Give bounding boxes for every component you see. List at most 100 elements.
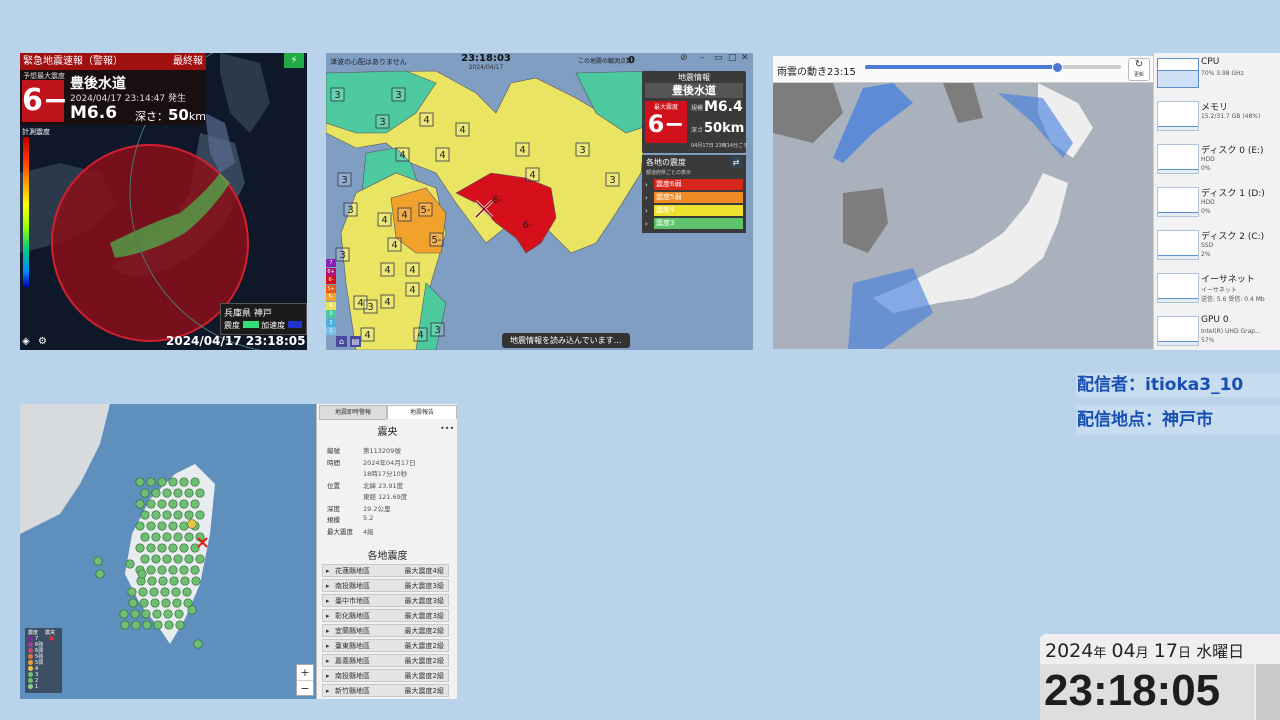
timeline-thumb[interactable] [1052,62,1063,73]
field-value: 19.2公里 [363,504,391,513]
intensity-label: 3 [339,250,345,261]
legend-dot [28,660,33,665]
intensity-label: 4 [529,170,535,181]
field-label: 編號 [327,447,340,455]
area-name: 南投縣地區 [335,582,370,590]
legend-level: 2 [326,318,336,327]
maximize-icon[interactable]: □ [728,53,737,63]
compass-icon[interactable]: ◈ [22,336,34,348]
legend-level-label: 1 [35,684,39,690]
station-dot [195,510,205,520]
station-dot [151,532,161,542]
area-row[interactable]: › 震度4 [642,205,746,217]
station-dot [158,576,168,586]
home-icon[interactable]: ⌂ [336,336,347,347]
area-row[interactable]: › 震度5弱 [642,192,746,204]
area-list-item[interactable]: ▸ 新竹縣地區 最大震度2級 [322,684,449,697]
zoom-in-button[interactable]: + [297,665,313,680]
usage-graph-fill [1158,70,1198,87]
area-list-item[interactable]: ▸ 宜蘭縣地區 最大震度2級 [322,624,449,637]
station-dot [152,609,162,619]
area-list-item[interactable]: ▸ 彰化縣地區 最大震度3級 [322,609,449,622]
usage-graph-fill [1158,169,1198,173]
tab-report[interactable]: 地震報告 [387,405,457,419]
close-icon[interactable]: ✕ [741,53,749,63]
station-dot [151,488,161,498]
tab-early-warning[interactable]: 地震即時警報 [319,405,387,420]
station-dot [162,488,172,498]
settings-icon[interactable]: ⚙ [38,336,50,348]
layer-icon[interactable]: ▤ [350,336,361,347]
compass-icon[interactable]: ⊘ [680,53,688,63]
quake-region: 豊後水道 [645,83,743,98]
status-icon: ⚡ [284,53,304,68]
station-dot [190,543,200,553]
usage-graph-fill [1158,341,1198,345]
area-list-item[interactable]: ▸ 臺東縣地區 最大震度2級 [322,639,449,652]
usage-graph-fill [1158,212,1198,216]
monitor-item-name[interactable]: イーサネット [1201,272,1255,285]
intensity-label: 4 [401,210,407,221]
intensity-swatch [242,321,259,328]
restore-icon[interactable]: ▭ [714,53,723,63]
station-dot [140,488,150,498]
legend-dot [28,672,33,677]
area-list-item[interactable]: ▸ 南投縣地區 最大震度3級 [322,579,449,592]
observed-label: この地震の観測点数 [578,58,633,65]
station-dot [168,499,178,509]
usage-graph [1157,144,1199,174]
month: 04 [1111,640,1136,662]
station-dot [157,543,167,553]
station-dot [135,499,145,509]
station-dot [161,598,171,608]
station-dot [149,587,159,597]
usage-graph [1157,273,1199,303]
field-value: 第113209號 [363,447,401,455]
chevron-right-icon: › [645,220,648,228]
station-dot [160,587,170,597]
monitor-item-detail: イーサネット [1201,287,1237,294]
refresh-button[interactable]: ↻ 更新 [1128,58,1150,81]
monitor-item-name[interactable]: メモリ [1201,100,1228,113]
intensity-label: 4 [409,265,415,276]
area-list-item[interactable]: ▸ 嘉義縣地區 最大震度2級 [322,654,449,667]
zoom-out-button[interactable]: − [297,680,313,696]
area-list-item[interactable]: ▸ 花蓮縣地區 最大震度4級 [322,564,449,577]
legend-dot [28,642,33,647]
more-icon[interactable]: ••• [440,424,454,433]
monitor-item-name[interactable]: ディスク 1 (D:) [1201,186,1265,199]
quake-max-badge: 最大震度 6− [645,101,687,143]
field-label: 規模 [327,516,340,524]
legend-level: 4 [326,301,336,310]
monitor-item-name[interactable]: ディスク 2 (C:) [1201,229,1264,242]
swap-icon[interactable]: ⇄ [730,157,742,168]
max-intensity-badge: 6− [22,80,68,122]
area-row[interactable]: › 震度3 [642,218,746,230]
caret-right-icon: ▸ [326,567,330,575]
minimize-icon[interactable]: – [700,53,705,63]
station-dot [174,609,184,619]
intensity-label: 3 [609,175,615,186]
station-dot [171,587,181,597]
day-unit: 日 [1177,646,1191,661]
monitor-item-name[interactable]: ディスク 0 (E:) [1201,143,1264,156]
area-value: 最大震度4級 [404,567,444,575]
station-dot [180,576,190,586]
eew-clock: 2024/04/17 23:18:05 [166,334,306,348]
monitor-item-name[interactable]: CPU [1201,57,1219,67]
area-list-item[interactable]: ▸ 臺中市地區 最大震度3級 [322,594,449,607]
radar-timeline[interactable] [865,62,1121,73]
intensity-label: 5- [432,235,442,246]
observed-count: 0 [628,55,635,66]
taiwan-quake-panel: 震度 震央 7 6強 6弱 5強 5弱 4 3 2 1 ✖ + − 地震即時警報 地震報告 震央… [20,404,457,699]
intensity-label: 4 [357,298,363,309]
station-dot [93,556,103,566]
area-value: 最大震度2級 [404,687,444,695]
monitor-item-name[interactable]: GPU 0 [1201,315,1229,325]
station-dot [135,543,145,553]
station-dot [168,565,178,575]
intensity-label: 5- [421,205,431,216]
area-row[interactable]: › 震度6弱 [642,179,746,191]
area-list-item[interactable]: ▸ 南投縣地區 最大震度2級 [322,669,449,682]
station-dot [173,488,183,498]
